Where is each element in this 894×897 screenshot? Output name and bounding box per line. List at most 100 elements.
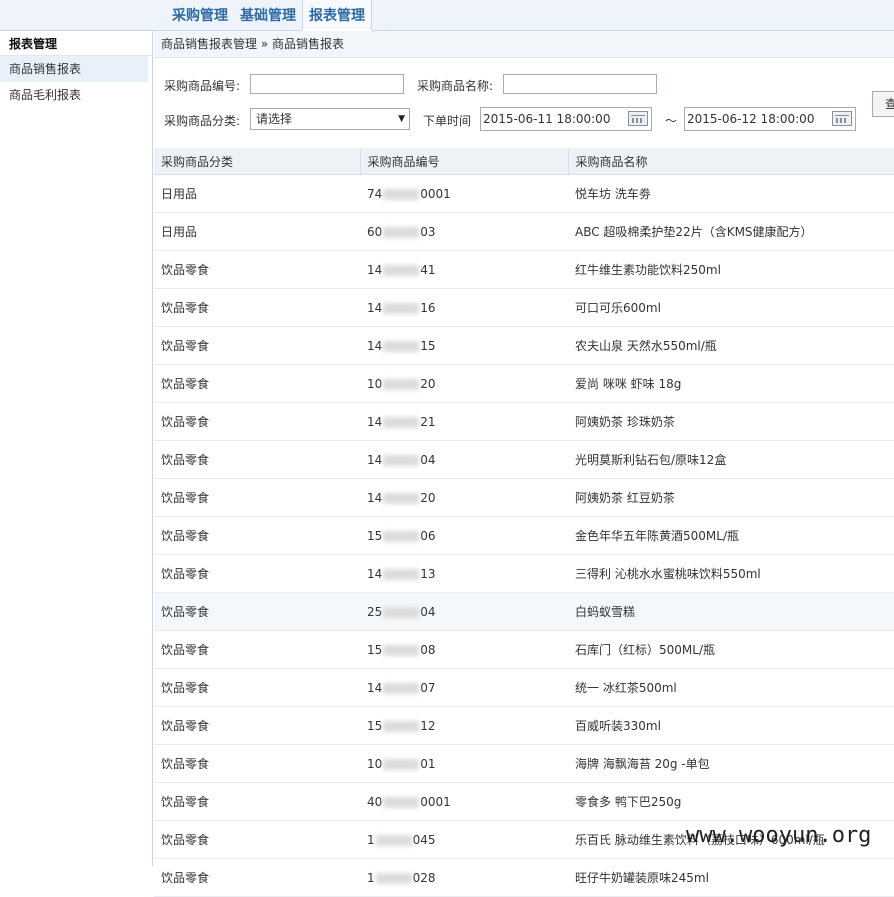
- column-header-code[interactable]: 采购商品编号: [360, 148, 569, 175]
- redacted-code: [383, 226, 420, 238]
- cell-category: 日用品: [154, 174, 360, 213]
- cell-name: 旺仔牛奶罐装原味245ml: [568, 858, 894, 897]
- cell-name: 红牛维生素功能饮料250ml: [568, 250, 894, 289]
- cell-code: 14 07: [360, 668, 568, 707]
- code-prefix: 74: [367, 186, 383, 201]
- redacted-code: [383, 492, 420, 504]
- table-row[interactable]: 饮品零食 40 0001 零食多 鸭下巴250g: [154, 782, 894, 821]
- table-row[interactable]: 饮品零食 15 08 石库门（红标）500ML/瓶: [154, 630, 894, 669]
- end-time-input[interactable]: 2015-06-12 18:00:00: [684, 107, 856, 131]
- cell-category: 饮品零食: [154, 554, 360, 593]
- cell-name: 悦车坊 洗车劵: [568, 174, 894, 213]
- table-row[interactable]: 饮品零食 1 028 旺仔牛奶罐装原味245ml: [154, 858, 894, 897]
- code-prefix: 14: [367, 262, 383, 277]
- table-row[interactable]: 饮品零食 25 04 白蚂蚁雪糕: [154, 592, 894, 631]
- table-row[interactable]: 饮品零食 15 12 百威听装330ml: [154, 706, 894, 745]
- table-row[interactable]: 饮品零食 14 21 阿姨奶茶 珍珠奶茶: [154, 402, 894, 441]
- calendar-icon[interactable]: [628, 111, 648, 126]
- tab-purchase-management[interactable]: 采购管理: [166, 0, 234, 30]
- redacted-code: [383, 264, 420, 276]
- code-prefix: 15: [367, 528, 383, 543]
- code-prefix: 10: [367, 756, 383, 771]
- code-prefix: 14: [367, 414, 383, 429]
- code-suffix: 12: [420, 718, 436, 733]
- code-suffix: 045: [412, 832, 436, 847]
- column-header-name[interactable]: 采购商品名称: [568, 148, 894, 175]
- cell-code: 15 08: [360, 630, 568, 669]
- cell-category: 饮品零食: [154, 478, 360, 517]
- sidebar-item-profit-report[interactable]: 商品毛利报表: [0, 82, 152, 108]
- sidebar-title: 报表管理: [0, 31, 152, 56]
- tab-report-management[interactable]: 报表管理: [302, 0, 372, 31]
- code-prefix: 14: [367, 300, 383, 315]
- name-input[interactable]: [503, 74, 657, 94]
- cell-name: ABC 超吸棉柔护垫22片（含KMS健康配方）: [568, 212, 894, 251]
- category-select-value: 请选择: [256, 112, 293, 126]
- end-time-value: 2015-06-12 18:00:00: [687, 112, 815, 126]
- cell-code: 14 20: [360, 478, 568, 517]
- cell-name: 石库门（红标）500ML/瓶: [568, 630, 894, 669]
- code-suffix: 0001: [420, 794, 451, 809]
- redacted-code: [383, 682, 420, 694]
- redacted-code: [383, 758, 420, 770]
- start-time-value: 2015-06-11 18:00:00: [483, 112, 611, 126]
- cell-name: 可口可乐600ml: [568, 288, 894, 327]
- cell-code: 60 03: [360, 212, 568, 251]
- cell-category: 饮品零食: [154, 820, 360, 859]
- breadcrumb: 商品销售报表管理 » 商品销售报表: [154, 31, 894, 58]
- cell-code: 74 0001: [360, 174, 568, 213]
- top-bar: 采购管理 基础管理 报表管理: [0, 0, 894, 31]
- tab-basic-management[interactable]: 基础管理: [234, 0, 302, 30]
- code-prefix: 14: [367, 490, 383, 505]
- table-header-row: 采购商品分类 采购商品编号 采购商品名称: [154, 148, 894, 175]
- cell-category: 饮品零食: [154, 250, 360, 289]
- redacted-code: [383, 454, 420, 466]
- cell-category: 饮品零食: [154, 516, 360, 555]
- cell-name: 零食多 鸭下巴250g: [568, 782, 894, 821]
- sidebar-item-sales-report[interactable]: 商品销售报表: [0, 56, 148, 82]
- table-row[interactable]: 日用品 60 03 ABC 超吸棉柔护垫22片（含KMS健康配方）: [154, 212, 894, 251]
- table-row[interactable]: 饮品零食 14 04 光明莫斯利钻石包/原味12盒: [154, 440, 894, 479]
- table-row[interactable]: 饮品零食 10 01 海牌 海飘海苔 20g -单包: [154, 744, 894, 783]
- table-row[interactable]: 日用品 74 0001 悦车坊 洗车劵: [154, 174, 894, 213]
- redacted-code: [383, 340, 420, 352]
- cell-category: 饮品零食: [154, 858, 360, 897]
- table-row[interactable]: 饮品零食 14 13 三得利 沁桃水水蜜桃味饮料550ml: [154, 554, 894, 593]
- cell-code: 14 13: [360, 554, 568, 593]
- code-prefix: 60: [367, 224, 383, 239]
- table-row[interactable]: 饮品零食 10 20 爱尚 咪咪 虾味 18g: [154, 364, 894, 403]
- code-prefix: 14: [367, 566, 383, 581]
- cell-name: 光明莫斯利钻石包/原味12盒: [568, 440, 894, 479]
- column-header-category[interactable]: 采购商品分类: [154, 148, 361, 175]
- redacted-code: [383, 530, 420, 542]
- start-time-input[interactable]: 2015-06-11 18:00:00: [480, 107, 652, 131]
- table-row[interactable]: 饮品零食 14 07 统一 冰红茶500ml: [154, 668, 894, 707]
- cell-name: 爱尚 咪咪 虾味 18g: [568, 364, 894, 403]
- code-suffix: 16: [420, 300, 436, 315]
- top-nav: 采购管理 基础管理 报表管理: [166, 0, 372, 31]
- table-row[interactable]: 饮品零食 14 16 可口可乐600ml: [154, 288, 894, 327]
- cell-category: 饮品零食: [154, 592, 360, 631]
- cell-category: 饮品零食: [154, 364, 360, 403]
- table-row[interactable]: 饮品零食 14 20 阿姨奶茶 红豆奶茶: [154, 478, 894, 517]
- code-suffix: 04: [420, 604, 436, 619]
- table-row[interactable]: 饮品零食 14 15 农夫山泉 天然水550ml/瓶: [154, 326, 894, 365]
- query-button[interactable]: 查: [872, 91, 894, 117]
- code-prefix: 25: [367, 604, 383, 619]
- cell-category: 饮品零食: [154, 630, 360, 669]
- calendar-icon[interactable]: [832, 111, 852, 126]
- table-row[interactable]: 饮品零食 15 06 金色年华五年陈黄酒500ML/瓶: [154, 516, 894, 555]
- category-select[interactable]: 请选择 ▼: [250, 108, 410, 130]
- code-prefix: 15: [367, 642, 383, 657]
- code-input[interactable]: [250, 74, 404, 94]
- cell-name: 白蚂蚁雪糕: [568, 592, 894, 631]
- table-row[interactable]: 饮品零食 14 41 红牛维生素功能饮料250ml: [154, 250, 894, 289]
- code-suffix: 20: [420, 490, 436, 505]
- code-suffix: 13: [420, 566, 436, 581]
- code-prefix: 14: [367, 680, 383, 695]
- redacted-code: [383, 568, 420, 580]
- cell-code: 14 15: [360, 326, 568, 365]
- cell-name: 统一 冰红茶500ml: [568, 668, 894, 707]
- code-prefix: 1: [367, 832, 375, 847]
- cell-code: 14 16: [360, 288, 568, 327]
